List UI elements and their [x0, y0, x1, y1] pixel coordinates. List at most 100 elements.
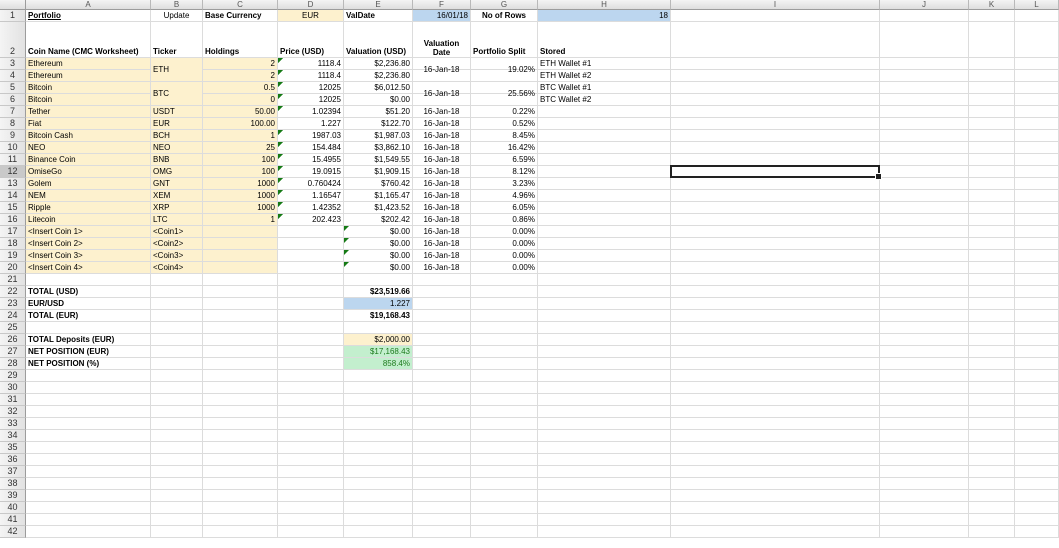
- header-valuation[interactable]: Valuation (USD): [344, 22, 413, 58]
- price-usd[interactable]: 1.02394: [278, 106, 344, 118]
- cell-d29[interactable]: [278, 370, 344, 382]
- column-header-k[interactable]: K: [969, 0, 1015, 10]
- valuation-date[interactable]: 16-Jan-18: [413, 178, 471, 190]
- cell-j17[interactable]: [880, 226, 969, 238]
- row-header-32[interactable]: 32: [0, 406, 26, 418]
- cell-k26[interactable]: [969, 334, 1015, 346]
- net-position-eur-label[interactable]: NET POSITION (EUR): [26, 346, 151, 358]
- cell-d39[interactable]: [278, 490, 344, 502]
- cell-f37[interactable]: [413, 466, 471, 478]
- cell-l14[interactable]: [1015, 190, 1059, 202]
- cell-h26[interactable]: [538, 334, 671, 346]
- cell-i12[interactable]: [671, 166, 880, 178]
- row-header-31[interactable]: 31: [0, 394, 26, 406]
- cell-l39[interactable]: [1015, 490, 1059, 502]
- cell-e29[interactable]: [344, 370, 413, 382]
- cell-d35[interactable]: [278, 442, 344, 454]
- cell-i11[interactable]: [671, 154, 880, 166]
- valuation-usd[interactable]: $0.00: [344, 238, 413, 250]
- cell-c41[interactable]: [203, 514, 278, 526]
- cell-j13[interactable]: [880, 178, 969, 190]
- cell-l35[interactable]: [1015, 442, 1059, 454]
- row-header-21[interactable]: 21: [0, 274, 26, 286]
- holdings[interactable]: 2: [203, 58, 278, 70]
- cell-h31[interactable]: [538, 394, 671, 406]
- stored-location[interactable]: BTC Wallet #2: [538, 94, 671, 106]
- cell-b27[interactable]: [151, 346, 203, 358]
- stored-location[interactable]: ETH Wallet #1: [538, 58, 671, 70]
- cell-l3[interactable]: [1015, 58, 1059, 70]
- price-usd[interactable]: [278, 238, 344, 250]
- row-header-41[interactable]: 41: [0, 514, 26, 526]
- column-header-e[interactable]: E: [344, 0, 413, 10]
- portfolio-split[interactable]: 0.00%: [471, 262, 538, 274]
- coin-name[interactable]: Ripple: [26, 202, 151, 214]
- valdate-label[interactable]: ValDate: [344, 10, 413, 22]
- coin-name[interactable]: Litecoin: [26, 214, 151, 226]
- cell-k25[interactable]: [969, 322, 1015, 334]
- cell-b22[interactable]: [151, 286, 203, 298]
- cell-k1[interactable]: [969, 10, 1015, 22]
- cell-k24[interactable]: [969, 310, 1015, 322]
- ticker[interactable]: <Coin4>: [151, 262, 203, 274]
- cell-e37[interactable]: [344, 466, 413, 478]
- cell-l10[interactable]: [1015, 142, 1059, 154]
- header-price[interactable]: Price (USD): [278, 22, 344, 58]
- cell-g42[interactable]: [471, 526, 538, 538]
- cell-k11[interactable]: [969, 154, 1015, 166]
- total-eur-value[interactable]: $19,168.43: [344, 310, 413, 322]
- row-header-26[interactable]: 26: [0, 334, 26, 346]
- portfolio-split[interactable]: 0.00%: [471, 238, 538, 250]
- cell-c38[interactable]: [203, 478, 278, 490]
- holdings[interactable]: 1000: [203, 178, 278, 190]
- row-header-13[interactable]: 13: [0, 178, 26, 190]
- cell-e40[interactable]: [344, 502, 413, 514]
- row-header-34[interactable]: 34: [0, 430, 26, 442]
- price-usd[interactable]: 1.227: [278, 118, 344, 130]
- cell-i42[interactable]: [671, 526, 880, 538]
- cell-i37[interactable]: [671, 466, 880, 478]
- ticker[interactable]: XRP: [151, 202, 203, 214]
- cell-g24[interactable]: [471, 310, 538, 322]
- row-header-40[interactable]: 40: [0, 502, 26, 514]
- cell-d37[interactable]: [278, 466, 344, 478]
- cell-h9[interactable]: [538, 130, 671, 142]
- valuation-usd[interactable]: $2,236.80: [344, 70, 413, 82]
- cell-h35[interactable]: [538, 442, 671, 454]
- portfolio-split[interactable]: 0.00%: [471, 250, 538, 262]
- cell-k28[interactable]: [969, 358, 1015, 370]
- row-header-29[interactable]: 29: [0, 370, 26, 382]
- cell-f28[interactable]: [413, 358, 471, 370]
- cell-j15[interactable]: [880, 202, 969, 214]
- cell-j22[interactable]: [880, 286, 969, 298]
- portfolio-split[interactable]: 8.12%: [471, 166, 538, 178]
- cell-d30[interactable]: [278, 382, 344, 394]
- row-header-33[interactable]: 33: [0, 418, 26, 430]
- cell-j3[interactable]: [880, 58, 969, 70]
- price-usd[interactable]: 12025: [278, 94, 344, 106]
- portfolio-split[interactable]: 8.45%: [471, 130, 538, 142]
- cell-j23[interactable]: [880, 298, 969, 310]
- ticker-btc-merged[interactable]: BTC: [151, 82, 203, 106]
- cell-a25[interactable]: [26, 322, 151, 334]
- price-usd[interactable]: 202.423: [278, 214, 344, 226]
- row-header-17[interactable]: 17: [0, 226, 26, 238]
- cell-k9[interactable]: [969, 130, 1015, 142]
- cell-k3[interactable]: [969, 58, 1015, 70]
- cell-j24[interactable]: [880, 310, 969, 322]
- cell-f30[interactable]: [413, 382, 471, 394]
- cell-h22[interactable]: [538, 286, 671, 298]
- cell-l36[interactable]: [1015, 454, 1059, 466]
- row-header-4[interactable]: 4: [0, 70, 26, 82]
- cell-h29[interactable]: [538, 370, 671, 382]
- valuation-date[interactable]: 16-Jan-18: [413, 226, 471, 238]
- price-usd[interactable]: [278, 250, 344, 262]
- cell-l27[interactable]: [1015, 346, 1059, 358]
- cell-e34[interactable]: [344, 430, 413, 442]
- cell-h32[interactable]: [538, 406, 671, 418]
- cell-c35[interactable]: [203, 442, 278, 454]
- valuation-usd[interactable]: $51.20: [344, 106, 413, 118]
- cell-f31[interactable]: [413, 394, 471, 406]
- coin-name[interactable]: <Insert Coin 1>: [26, 226, 151, 238]
- holdings[interactable]: 1: [203, 130, 278, 142]
